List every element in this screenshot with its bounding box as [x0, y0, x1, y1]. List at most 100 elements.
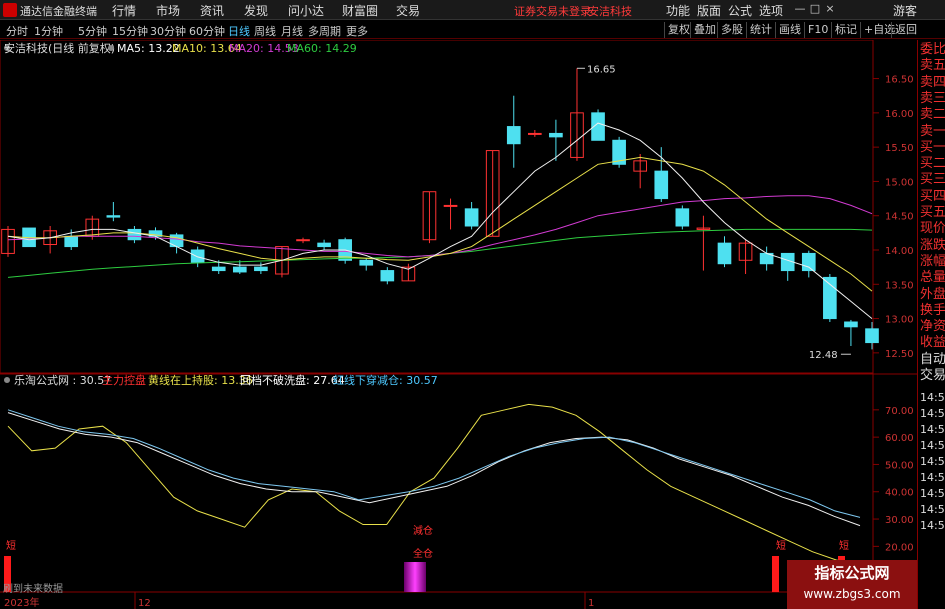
menu-gongshi[interactable]: 公式	[728, 2, 752, 19]
menu-jiaoyi[interactable]: 交易	[396, 2, 420, 19]
button-duogu[interactable]: 多股	[717, 22, 746, 38]
indicator-y-tick-label: 70.00	[885, 406, 914, 417]
signal-bar-full-position	[404, 562, 426, 592]
x-axis-label-year: 2023年	[4, 596, 39, 609]
stock-name-notice: 安洁科技	[588, 5, 632, 18]
tab-1min[interactable]: 1分钟	[34, 23, 63, 39]
ma20-line	[7, 195, 873, 258]
button-f10[interactable]: F10	[804, 22, 831, 38]
candle-body[interactable]	[359, 259, 374, 266]
ma5-line	[7, 122, 873, 319]
y-tick-label: 16.50	[885, 75, 914, 86]
main-panel-title: 安洁科技(日线 前复权)	[4, 41, 115, 55]
signal-reduce-label: 減仓	[413, 524, 433, 537]
side-panel-item: 涨幅	[920, 253, 945, 269]
candle-body[interactable]	[64, 235, 79, 248]
ma-settings-icon[interactable]	[108, 45, 114, 51]
signal-short-label-right: 短	[839, 539, 849, 552]
menu-shichang[interactable]: 市场	[156, 2, 180, 19]
candle-body[interactable]	[232, 266, 247, 273]
menu-hangqing[interactable]: 行情	[112, 2, 136, 19]
tab-multi-period[interactable]: 多周期	[308, 23, 341, 39]
indicator-y-tick-label: 50.00	[885, 460, 914, 471]
indicator-y-tick-label: 30.00	[885, 515, 914, 526]
indicator-y-tick-label: 20.00	[885, 542, 914, 553]
side-panel-item: 涨跌	[920, 237, 945, 253]
signal-short-label-left: 短	[6, 539, 16, 552]
candle-body[interactable]	[865, 328, 879, 344]
candle-body[interactable]	[106, 215, 121, 218]
candle-body[interactable]	[380, 270, 395, 282]
app-name: 通达信金融终端	[20, 5, 97, 18]
tab-fenshi[interactable]: 分时	[6, 23, 28, 39]
menu-caifuquan[interactable]: 财富圈	[342, 2, 378, 19]
menu-banmian[interactable]: 版面	[697, 2, 721, 19]
candle-body[interactable]	[528, 132, 542, 135]
tab-60min[interactable]: 60分钟	[189, 23, 225, 39]
candle-body[interactable]	[654, 170, 669, 200]
signal-short-label-mid: 短	[776, 539, 786, 552]
login-notice[interactable]: 证券交易未登录	[514, 3, 591, 19]
signal-bar-short-mid	[772, 556, 779, 592]
tab-weekly[interactable]: 周线	[254, 23, 276, 39]
watermark-title: 指标公式网	[814, 564, 890, 582]
candle-body[interactable]	[190, 249, 205, 263]
tab-15min[interactable]: 15分钟	[112, 23, 148, 39]
side-panel-time: 14:56	[920, 407, 945, 420]
side-panel-item[interactable]: 自动	[920, 352, 945, 368]
side-panel-time: 14:56	[920, 423, 945, 436]
candle-body[interactable]	[443, 204, 458, 207]
tab-30min[interactable]: 30分钟	[150, 23, 186, 39]
button-fuquan[interactable]: 复权	[664, 22, 693, 38]
tab-5min[interactable]: 5分钟	[78, 23, 107, 39]
candle-body[interactable]	[549, 132, 563, 138]
side-panel-time: 14:56	[920, 439, 945, 452]
candle-body[interactable]	[317, 242, 331, 248]
candle-body[interactable]	[464, 208, 479, 227]
tab-monthly[interactable]: 月线	[281, 23, 303, 39]
candle-body[interactable]	[254, 266, 268, 272]
maximize-icon[interactable]: □	[809, 3, 821, 15]
candle-body[interactable]	[211, 266, 226, 272]
candle-body[interactable]	[823, 276, 837, 320]
menu-gongneng[interactable]: 功能	[666, 2, 690, 19]
indicator-legend-blue: 红线下穿减仓: 30.57	[333, 373, 438, 387]
button-back[interactable]: 返回	[891, 22, 920, 38]
side-panel-time: 14:56	[920, 487, 945, 500]
high-price-label: 16.65	[587, 64, 616, 75]
candle-body[interactable]	[675, 208, 690, 227]
minimize-icon[interactable]: —	[794, 3, 806, 15]
guest-user[interactable]: 游客	[893, 2, 917, 19]
side-panel-item: 现价	[920, 221, 945, 237]
menu-wenxiaoda[interactable]: 问小达	[288, 2, 324, 19]
tab-more[interactable]: 更多	[346, 23, 368, 39]
indicator-settings-icon[interactable]	[4, 377, 10, 383]
menu-faxian[interactable]: 发现	[244, 2, 268, 19]
main-panel-border	[0, 40, 874, 374]
candle-body[interactable]	[717, 242, 732, 265]
button-huaxian[interactable]: 画线	[775, 22, 804, 38]
menu-xuanxiang[interactable]: 选项	[759, 2, 783, 19]
kline-chart[interactable]: 16.50 16.00 15.50 15.00 14.50 14.00 13.50 13.00…	[0, 40, 917, 609]
candle-body[interactable]	[844, 321, 858, 328]
button-tongji[interactable]: 统计	[746, 22, 775, 38]
button-diejia[interactable]: 叠加	[690, 22, 719, 38]
menu-zixun[interactable]: 资讯	[200, 2, 224, 19]
side-panel-item: 卖三	[920, 90, 945, 106]
button-biaoji[interactable]: 标记	[831, 22, 860, 38]
side-panel-item[interactable]: 交易	[920, 368, 945, 384]
indicator-white-line	[7, 412, 861, 527]
side-panel-item: 买二	[920, 156, 945, 172]
side-panel-item: 买四	[920, 188, 945, 204]
side-panel-item: 卖四	[920, 74, 945, 90]
indicator-legend-yellow: 黄线在上持股: 13.36	[148, 373, 253, 387]
candle-body[interactable]	[801, 252, 816, 272]
candle-body[interactable]	[127, 228, 142, 241]
indicator-y-tick-label: 40.00	[885, 488, 914, 499]
y-tick-label: 13.50	[885, 280, 914, 291]
close-icon[interactable]: ×	[824, 3, 836, 15]
candle-body[interactable]	[296, 239, 310, 242]
tab-daily[interactable]: 日线	[228, 23, 250, 39]
candle-body[interactable]	[506, 126, 521, 145]
side-panel-item: 卖五	[920, 58, 945, 74]
